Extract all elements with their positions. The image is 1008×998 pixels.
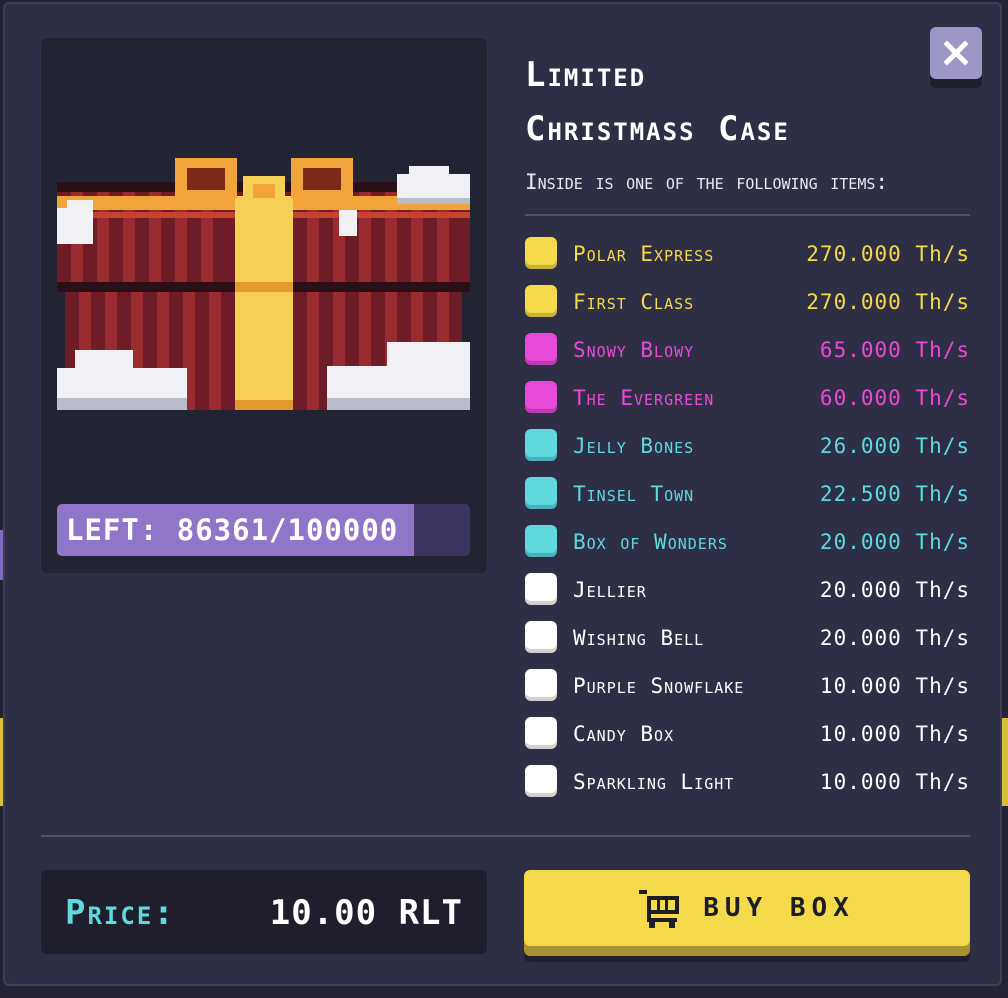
divider: [525, 214, 970, 216]
list-item: Snowy Blowy 65.000 Th/s: [525, 329, 970, 377]
item-name: The Evergreen: [573, 386, 715, 410]
close-icon: [943, 40, 969, 66]
price-box: Price: 10.00 RLT: [41, 870, 487, 954]
item-power: 22.500 Th/s: [819, 482, 970, 506]
buy-box-label: Buy box: [703, 893, 855, 923]
list-item: The Evergreen 60.000 Th/s: [525, 377, 970, 425]
list-item: Box of Wonders 20.000 Th/s: [525, 521, 970, 569]
item-power: 10.000 Th/s: [819, 674, 970, 698]
item-power: 65.000 Th/s: [819, 338, 970, 362]
rarity-swatch: [525, 285, 557, 317]
item-name: Snowy Blowy: [573, 338, 695, 362]
list-item: Jelly Bones 26.000 Th/s: [525, 425, 970, 473]
list-item: Tinsel Town 22.500 Th/s: [525, 473, 970, 521]
list-item: Wishing Bell 20.000 Th/s: [525, 617, 970, 665]
case-dialog: LEFT: 86361/100000 Limited Christmass Ca…: [3, 2, 1002, 986]
item-power: 10.000 Th/s: [819, 770, 970, 794]
stock-progress-bar: LEFT: 86361/100000: [57, 504, 470, 556]
rarity-swatch: [525, 381, 557, 413]
item-power: 270.000 Th/s: [806, 242, 970, 266]
backdrop-accent: [1002, 718, 1008, 806]
list-item: Jellier 20.000 Th/s: [525, 569, 970, 617]
item-power: 20.000 Th/s: [819, 530, 970, 554]
rarity-swatch: [525, 765, 557, 797]
item-name: Purple Snowflake: [573, 674, 745, 698]
list-item: Sparkling Light 10.000 Th/s: [525, 761, 970, 809]
divider: [41, 835, 970, 837]
items-list: Polar Express 270.000 Th/s First Class 270.…: [525, 233, 970, 809]
item-power: 20.000 Th/s: [819, 578, 970, 602]
list-item: Purple Snowflake 10.000 Th/s: [525, 665, 970, 713]
rarity-swatch: [525, 621, 557, 653]
item-name: Jellier: [573, 578, 647, 602]
buy-box-button[interactable]: Buy box: [524, 870, 970, 946]
list-item: Candy Box 10.000 Th/s: [525, 713, 970, 761]
price-value: 10.00 RLT: [269, 893, 463, 933]
item-power: 10.000 Th/s: [819, 722, 970, 746]
close-button[interactable]: [930, 27, 982, 79]
list-item: First Class 270.000 Th/s: [525, 281, 970, 329]
item-name: Sparkling Light: [573, 770, 735, 794]
case-title-line2: Christmass Case: [525, 109, 790, 149]
item-name: Polar Express: [573, 242, 715, 266]
stock-left-label: LEFT: 86361/100000: [66, 513, 399, 547]
rarity-swatch: [525, 237, 557, 269]
case-preview-panel: LEFT: 86361/100000: [41, 38, 487, 573]
gift-box-image: [57, 158, 470, 410]
item-power: 20.000 Th/s: [819, 626, 970, 650]
case-title-line1: Limited: [525, 55, 647, 95]
items-subtitle: Inside is one of the following items:: [525, 170, 889, 194]
rarity-swatch: [525, 669, 557, 701]
rarity-swatch: [525, 333, 557, 365]
item-power: 270.000 Th/s: [806, 290, 970, 314]
rarity-swatch: [525, 717, 557, 749]
item-name: Candy Box: [573, 722, 675, 746]
item-name: Box of Wonders: [573, 530, 728, 554]
rarity-swatch: [525, 477, 557, 509]
item-power: 60.000 Th/s: [819, 386, 970, 410]
item-name: Wishing Bell: [573, 626, 705, 650]
rarity-swatch: [525, 573, 557, 605]
item-power: 26.000 Th/s: [819, 434, 970, 458]
rarity-swatch: [525, 525, 557, 557]
case-title: Limited Christmass Case: [525, 48, 905, 156]
cart-icon: [639, 890, 680, 928]
rarity-swatch: [525, 429, 557, 461]
item-name: Tinsel Town: [573, 482, 695, 506]
list-item: Polar Express 270.000 Th/s: [525, 233, 970, 281]
item-name: First Class: [573, 290, 695, 314]
price-label: Price:: [65, 893, 176, 933]
item-name: Jelly Bones: [573, 434, 695, 458]
